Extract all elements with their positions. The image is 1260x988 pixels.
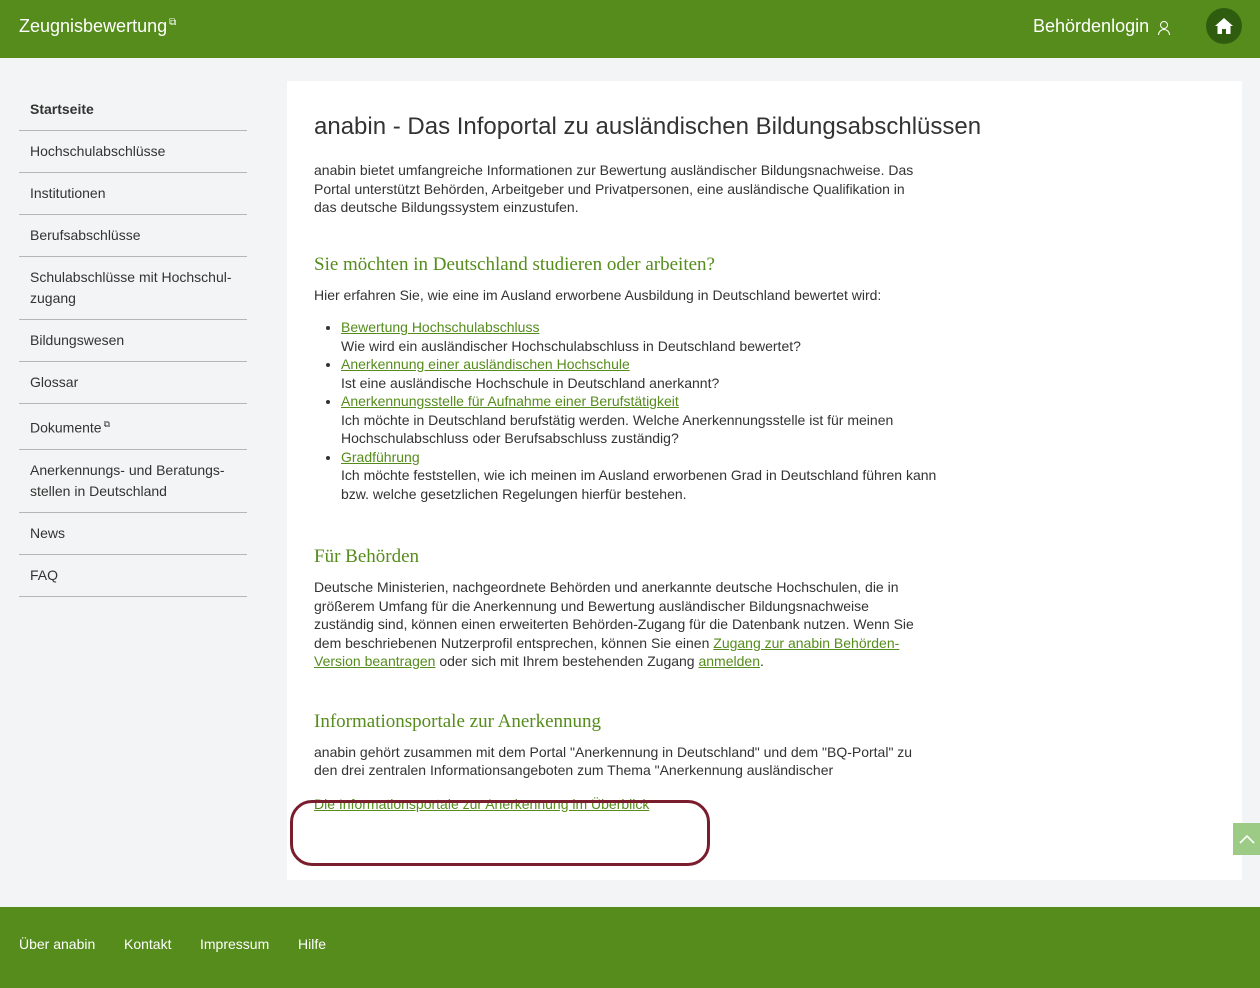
sidebar-item-label: Schulabschlüsse mit Hochschul-zugang xyxy=(30,269,232,306)
list-item: Bewertung Hochschulabschluss Wie wird ei… xyxy=(341,318,961,355)
section-text-study-work: Hier erfahren Sie, wie eine im Ausland e… xyxy=(314,286,882,303)
section-text-behoerden: Deutsche Ministerien, nachgeordnete Behö… xyxy=(314,578,929,671)
footer-link-kontakt[interactable]: Kontakt xyxy=(124,936,171,952)
intro-text: anabin bietet umfangreiche Informationen… xyxy=(314,162,914,215)
list-item: Anerkennungsstelle für Aufnahme einer Be… xyxy=(341,392,961,448)
section-text-informationsportale: anabin gehört zusammen mit dem Portal "A… xyxy=(314,743,913,779)
sidebar-item-label: Anerkennungs- und Beratungs-stellen in D… xyxy=(30,461,225,499)
footer-link-ueber-anabin[interactable]: Über anabin xyxy=(19,936,95,952)
sidebar-item-label: News xyxy=(30,524,66,541)
footer-link-impressum[interactable]: Impressum xyxy=(200,936,269,952)
chevron-up-icon xyxy=(1238,834,1255,844)
link-description: Ich möchte feststellen, wie ich meinen i… xyxy=(341,467,937,502)
sidebar-item-faq[interactable]: FAQ xyxy=(19,555,247,597)
link-anerkennungsstelle[interactable]: Anerkennungsstelle für Aufnahme einer Be… xyxy=(341,393,679,409)
sidebar-item-label: Glossar xyxy=(30,374,79,390)
user-icon xyxy=(1157,19,1171,35)
behoerden-text-part2: oder sich mit Ihrem bestehenden Zugang xyxy=(435,653,699,669)
brand-label: Zeugnisbewertung xyxy=(19,16,168,36)
sidebar-item-hochschulabschluesse[interactable]: Hochschulabschlüsse xyxy=(19,131,247,173)
sidebar-item-glossar[interactable]: Glossar xyxy=(19,362,247,404)
sidebar-item-label: Institutionen xyxy=(30,185,106,201)
sidebar-item-bildungswesen[interactable]: Bildungswesen xyxy=(19,320,247,362)
study-work-link-list: Bewertung Hochschulabschluss Wie wird ei… xyxy=(341,318,961,503)
link-description: Ist eine ausländische Hochschule in Deut… xyxy=(341,374,720,391)
link-anerkennung-hochschule[interactable]: Anerkennung einer ausländischen Hochschu… xyxy=(341,356,630,372)
link-gradfuehrung[interactable]: Gradführung xyxy=(341,449,420,465)
page-title: anabin - Das Infoportal zu ausländischen… xyxy=(314,113,982,140)
sidebar-item-news[interactable]: News xyxy=(19,513,247,555)
section-heading-study-work: Sie möchten in Deutschland studieren ode… xyxy=(314,253,715,275)
link-description: Ich möchte in Deutschland berufstätig we… xyxy=(341,411,894,447)
list-item: Anerkennung einer ausländischen Hochschu… xyxy=(341,355,961,392)
sidebar-item-label: Dokumente xyxy=(30,419,102,436)
home-button[interactable] xyxy=(1206,8,1242,44)
link-anmelden[interactable]: anmelden xyxy=(698,653,760,669)
sidebar-nav: Startseite Hochschulabschlüsse Instituti… xyxy=(19,88,247,597)
external-link-icon: ⧉ xyxy=(103,419,111,429)
external-link-icon: ⧉ xyxy=(169,17,177,28)
sidebar-item-institutionen[interactable]: Institutionen xyxy=(19,173,247,215)
scroll-to-top-button[interactable] xyxy=(1233,823,1260,855)
sidebar-item-label: Bildungswesen xyxy=(30,332,125,348)
link-bewertung-hochschulabschluss[interactable]: Bewertung Hochschulabschluss xyxy=(341,319,539,335)
highlight-annotation xyxy=(290,800,710,866)
home-icon xyxy=(1215,18,1233,34)
top-bar: Zeugnisbewertung ⧉ Behördenlogin xyxy=(0,0,1260,58)
sidebar-item-dokumente[interactable]: Dokumente ⧉ xyxy=(19,404,247,450)
footer-link-hilfe[interactable]: Hilfe xyxy=(298,936,326,952)
sidebar-item-label: FAQ xyxy=(30,566,59,583)
login-label: Behördenlogin xyxy=(1033,16,1150,36)
section-heading-informationsportale: Informationsportale zur Anerkennung xyxy=(314,710,602,732)
footer: Über anabin Kontakt Impressum Hilfe xyxy=(0,907,1260,988)
sidebar-item-label: Hochschulabschlüsse xyxy=(30,143,166,159)
sidebar-item-berufsabschluesse[interactable]: Berufsabschlüsse xyxy=(19,215,247,257)
sidebar-item-label: Berufsabschlüsse xyxy=(30,227,141,243)
sidebar-item-label: Startseite xyxy=(30,101,94,117)
link-description: Wie wird ein ausländischer Hochschulabsc… xyxy=(341,337,801,354)
login-link[interactable]: Behördenlogin xyxy=(1033,16,1171,37)
list-item: Gradführung Ich möchte feststellen, wie … xyxy=(341,448,961,504)
main-content: anabin - Das Infoportal zu ausländischen… xyxy=(287,81,1242,880)
sidebar-item-schulabschluesse[interactable]: Schulabschlüsse mit Hochschul-zugang xyxy=(19,257,247,320)
sidebar-item-startseite[interactable]: Startseite xyxy=(19,88,247,131)
behoerden-text-part3: . xyxy=(759,653,764,669)
section-heading-behoerden: Für Behörden xyxy=(314,546,420,567)
brand-link[interactable]: Zeugnisbewertung ⧉ xyxy=(19,16,176,37)
sidebar-item-anerkennungsstellen[interactable]: Anerkennungs- und Beratungs-stellen in D… xyxy=(19,450,247,513)
